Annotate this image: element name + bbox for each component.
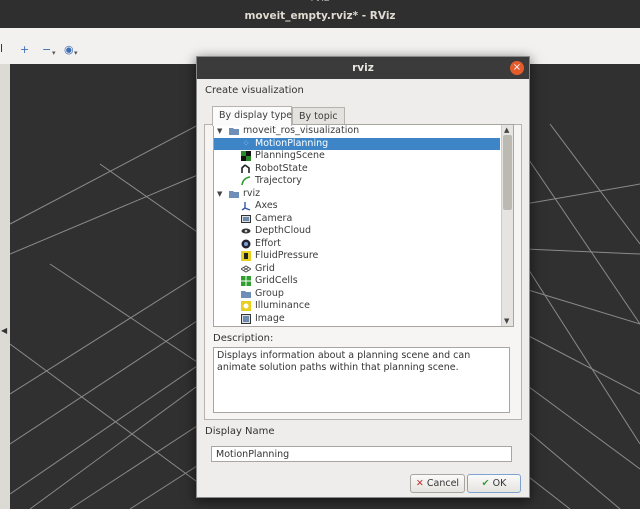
side-panel-handle[interactable]: ◀ [0,64,10,509]
image-icon [241,313,251,324]
tree-item-depthcloud[interactable]: DepthCloud [214,225,500,238]
create-visualization-label: Create visualization [205,85,304,96]
display-type-tree[interactable]: ▼ moveit_ros_visualization ⁘ MotionPlann… [213,124,514,327]
robot-state-icon [241,163,251,174]
camera-icon [241,214,251,224]
description-label: Description: [213,333,274,344]
description-text: Displays information about a planning sc… [213,347,510,413]
tree-item-axes[interactable]: Axes [214,200,500,213]
display-name-input[interactable]: MotionPlanning [211,446,512,462]
scroll-up-icon[interactable]: ▲ [504,126,509,134]
add-display-icon[interactable]: + [20,43,29,56]
cancel-icon: ✕ [415,478,424,489]
tree-item-image[interactable]: Image [214,313,500,326]
scroll-down-icon[interactable]: ▼ [504,317,509,325]
remove-icon[interactable]: − [42,43,51,56]
display-name-label: Display Name [205,426,275,437]
tree-item-robotstate[interactable]: RobotState [214,163,500,176]
tab-by-topic[interactable]: By topic [292,107,345,125]
planning-scene-icon [241,151,251,161]
tree-item-effort[interactable]: Effort [214,238,500,251]
depth-cloud-icon [241,226,251,236]
toolbar-truncated-item[interactable]: l [0,42,3,55]
trajectory-icon [241,176,251,186]
view-icon[interactable]: ◉ [64,43,74,56]
fluid-pressure-icon [241,251,251,261]
chevron-down-icon[interactable]: ▼ [217,125,222,138]
tree-item-group[interactable]: Group [214,288,500,301]
dialog-title: rviz [352,62,374,74]
group-icon [241,289,251,299]
collapse-left-icon[interactable]: ◀ [1,326,7,335]
axes-icon [241,201,251,211]
close-icon[interactable]: × [510,61,524,75]
tree-item-fluidpressure[interactable]: FluidPressure [214,250,500,263]
grid-cells-icon [241,276,251,286]
tab-by-display-type[interactable]: By display type [212,106,292,126]
tree-scrollbar[interactable]: ▲ ▼ [501,125,513,326]
window-titlebar: rviz moveit_empty.rviz* - RViz [0,0,640,28]
motion-planning-icon: ⁘ [242,138,250,149]
folder-icon [229,126,239,136]
scrollbar-thumb[interactable] [503,135,512,210]
folder-icon [229,189,239,199]
tree-item-gridcells[interactable]: GridCells [214,275,500,288]
window-title-stub: rviz [0,0,640,4]
check-icon: ✔ [481,478,490,489]
window-title: moveit_empty.rviz* - RViz [244,10,396,22]
tree-item-planningscene[interactable]: PlanningScene [214,150,500,163]
cancel-button[interactable]: ✕ Cancel [410,474,465,493]
chevron-down-icon[interactable]: ▼ [217,188,222,201]
tree-item-trajectory[interactable]: Trajectory [214,175,500,188]
tree-item-illuminance[interactable]: Illuminance [214,300,500,313]
tree-group-moveit[interactable]: ▼ moveit_ros_visualization [214,125,500,138]
dialog-titlebar[interactable]: rviz [197,57,529,79]
chevron-down-icon[interactable]: ▾ [52,49,56,57]
ok-button[interactable]: ✔ OK [467,474,521,493]
illuminance-icon [241,301,251,311]
tree-item-grid[interactable]: Grid [214,263,500,276]
add-display-dialog: rviz × Create visualization By display t… [196,56,530,498]
effort-icon [241,239,251,249]
chevron-down-icon[interactable]: ▾ [74,49,78,57]
grid-icon [240,264,252,274]
tree-item-camera[interactable]: Camera [214,213,500,226]
tree-item-motionplanning[interactable]: ⁘ MotionPlanning [214,137,500,150]
tree-group-rviz[interactable]: ▼ rviz [214,188,500,201]
